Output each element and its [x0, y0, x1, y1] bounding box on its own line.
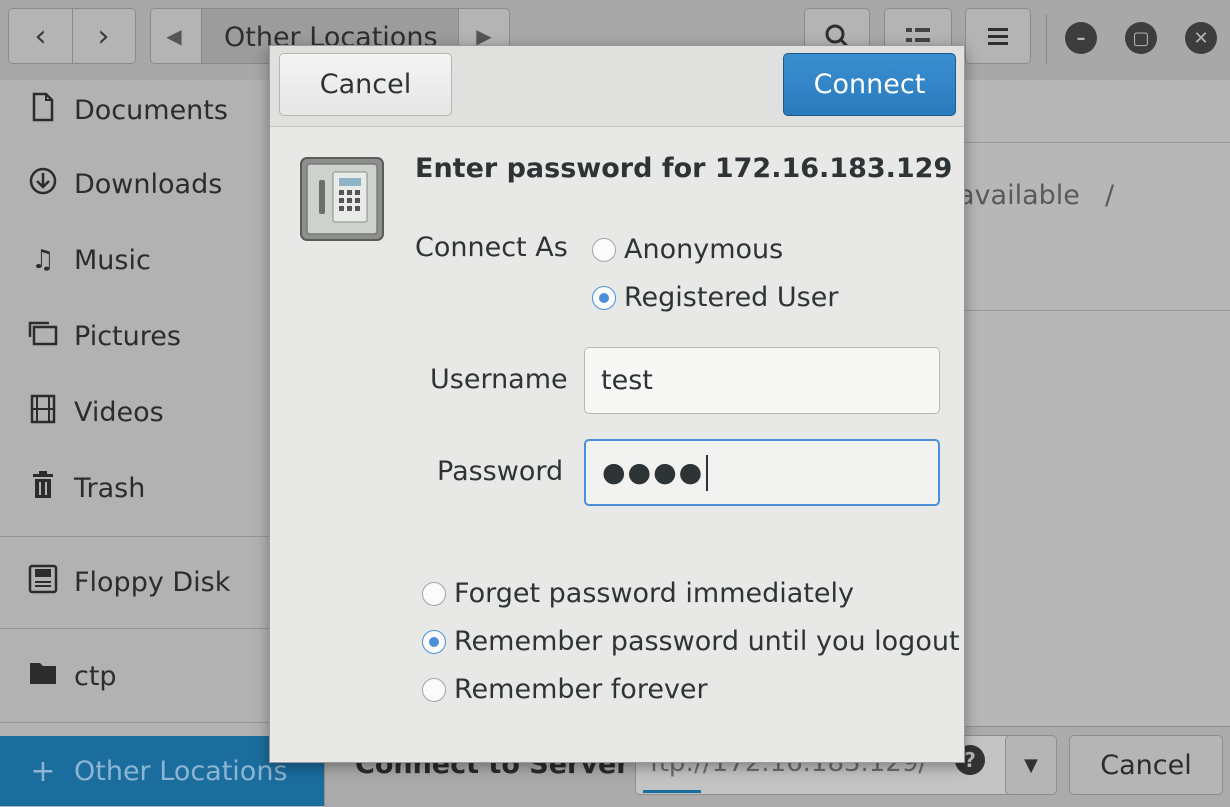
connect-as-label: Connect As: [415, 232, 568, 263]
chevron-down-icon: ▼: [1024, 754, 1038, 776]
radio-label: Remember password until you logout: [454, 626, 960, 657]
document-icon: [26, 92, 60, 129]
radio-label: Registered User: [624, 282, 839, 313]
nav-buttons: ‹ ›: [8, 8, 136, 64]
path-left-arrow-icon[interactable]: ◀: [151, 9, 197, 63]
radio-remember-until-logout[interactable]: Remember password until you logout: [422, 626, 960, 657]
radio-label: Anonymous: [624, 234, 784, 265]
username-value: test: [601, 365, 653, 396]
folder-icon: [26, 660, 60, 693]
pictures-icon: [26, 319, 60, 354]
plus-icon: +: [30, 753, 56, 789]
connect-button[interactable]: Connect: [783, 53, 956, 116]
radio-button[interactable]: [592, 285, 616, 310]
username-label: Username: [430, 364, 568, 395]
text-cursor: [706, 454, 709, 491]
maximize-icon[interactable]: ▢: [1125, 22, 1157, 54]
sidebar-item-label: ctp: [74, 660, 117, 692]
radio-forget-password[interactable]: Forget password immediately: [422, 578, 854, 609]
music-icon: ♫: [31, 245, 55, 275]
menu-button[interactable]: [965, 8, 1031, 64]
available-text: available: [958, 180, 1080, 211]
password-value: ●●●●: [602, 457, 705, 488]
address-progress: [643, 790, 701, 793]
download-icon: [26, 166, 60, 203]
recent-servers-dropdown[interactable]: ▼: [1005, 735, 1057, 795]
header-divider: [1046, 14, 1047, 64]
radio-label: Remember forever: [454, 674, 708, 705]
sidebar-item-label: Pictures: [74, 320, 181, 352]
forward-icon[interactable]: ›: [73, 19, 135, 54]
back-icon[interactable]: ‹: [10, 19, 72, 54]
close-icon[interactable]: ✕: [1185, 22, 1217, 54]
root-path-text: /: [1105, 180, 1115, 211]
dialog-header: Cancel Connect: [270, 46, 964, 127]
cancel-button[interactable]: Cancel: [279, 53, 452, 116]
radio-button[interactable]: [422, 677, 446, 702]
connect-cancel-button[interactable]: Cancel: [1069, 735, 1223, 795]
sidebar-item-label: Trash: [74, 472, 146, 504]
radio-button[interactable]: [422, 629, 446, 654]
minimize-icon[interactable]: –: [1065, 22, 1097, 54]
username-field[interactable]: test: [584, 347, 940, 414]
dialog-title: Enter password for 172.16.183.129: [415, 153, 953, 184]
sidebar-item-label: Videos: [74, 396, 164, 428]
sidebar-item-label: Downloads: [74, 168, 223, 200]
sidebar-item-label: Music: [74, 244, 151, 276]
radio-label: Forget password immediately: [454, 578, 854, 609]
radio-anonymous[interactable]: Anonymous: [592, 234, 783, 265]
hamburger-icon: [988, 28, 1008, 45]
video-icon: [26, 394, 60, 431]
password-field[interactable]: ●●●●: [584, 439, 940, 506]
sidebar-item-label: Other Locations: [74, 755, 288, 787]
radio-remember-forever[interactable]: Remember forever: [422, 674, 708, 705]
trash-icon: [26, 470, 60, 506]
radio-button[interactable]: [592, 237, 616, 262]
radio-button[interactable]: [422, 581, 446, 606]
radio-registered-user[interactable]: Registered User: [592, 282, 838, 313]
password-label: Password: [437, 456, 564, 487]
safe-icon: [299, 156, 385, 242]
sidebar-item-label: Documents: [74, 94, 228, 126]
floppy-icon: [26, 564, 60, 601]
password-dialog: Cancel Connect Enter password for 172.16…: [269, 45, 965, 763]
sidebar-item-label: Floppy Disk: [74, 566, 231, 598]
